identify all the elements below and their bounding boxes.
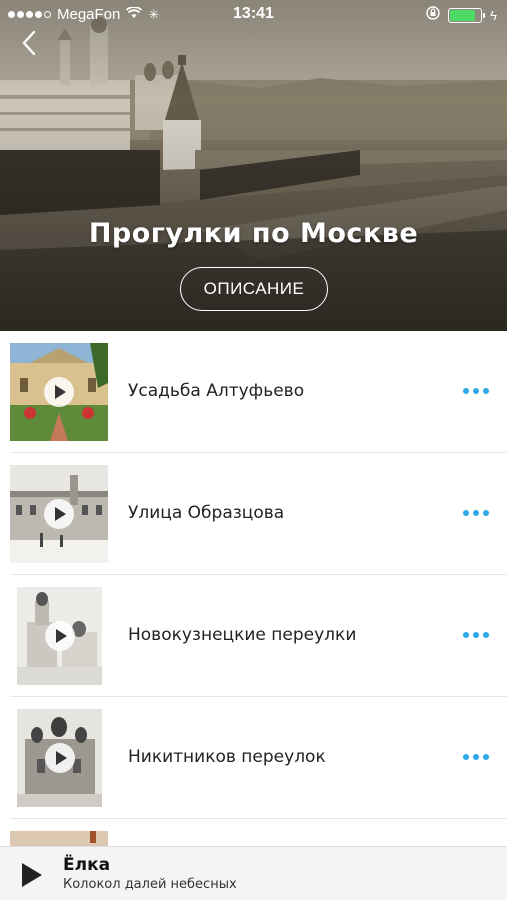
play-icon[interactable] xyxy=(45,743,75,773)
now-playing-subtitle: Колокол далей небесных xyxy=(63,877,237,892)
now-playing-title: Ёлка xyxy=(63,855,111,875)
more-icon[interactable] xyxy=(463,510,489,516)
more-icon[interactable] xyxy=(463,632,489,638)
charging-icon: ϟ xyxy=(490,7,497,23)
list-item-title: Новокузнецкие переулки xyxy=(128,625,357,645)
thumbnail xyxy=(17,709,102,807)
play-icon[interactable] xyxy=(22,863,42,887)
battery-fill xyxy=(450,9,476,21)
play-icon[interactable] xyxy=(44,377,74,407)
back-button[interactable] xyxy=(20,30,50,60)
list-item-title: Усадьба Алтуфьево xyxy=(128,381,305,401)
thumbnail xyxy=(10,343,108,441)
list-item-title: Улица Образцова xyxy=(128,503,285,523)
more-icon[interactable] xyxy=(463,388,489,394)
chevron-left-icon xyxy=(22,30,36,56)
status-bar: MegaFon ✳ 13:41 ϟ xyxy=(0,0,507,30)
battery-icon xyxy=(448,7,486,23)
list-item[interactable]: Улица Образцова xyxy=(0,453,507,575)
play-icon[interactable] xyxy=(45,621,75,651)
page-title: Прогулки по Москве xyxy=(88,218,419,249)
more-icon[interactable] xyxy=(463,754,489,760)
description-button[interactable]: ОПИСАНИЕ xyxy=(180,267,328,311)
list-item[interactable]: Новокузнецкие переулки xyxy=(0,575,507,697)
list-item[interactable]: Никитников переулок xyxy=(0,697,507,819)
orientation-lock-icon xyxy=(426,6,440,24)
thumbnail xyxy=(17,587,102,685)
play-icon[interactable] xyxy=(44,499,74,529)
now-playing-bar[interactable]: Ёлка Колокол далей небесных xyxy=(0,846,507,900)
status-right: ϟ xyxy=(426,6,497,24)
list-item-title: Никитников переулок xyxy=(128,747,326,767)
list-item[interactable]: Усадьба Алтуфьево xyxy=(0,331,507,453)
thumbnail xyxy=(10,465,108,563)
